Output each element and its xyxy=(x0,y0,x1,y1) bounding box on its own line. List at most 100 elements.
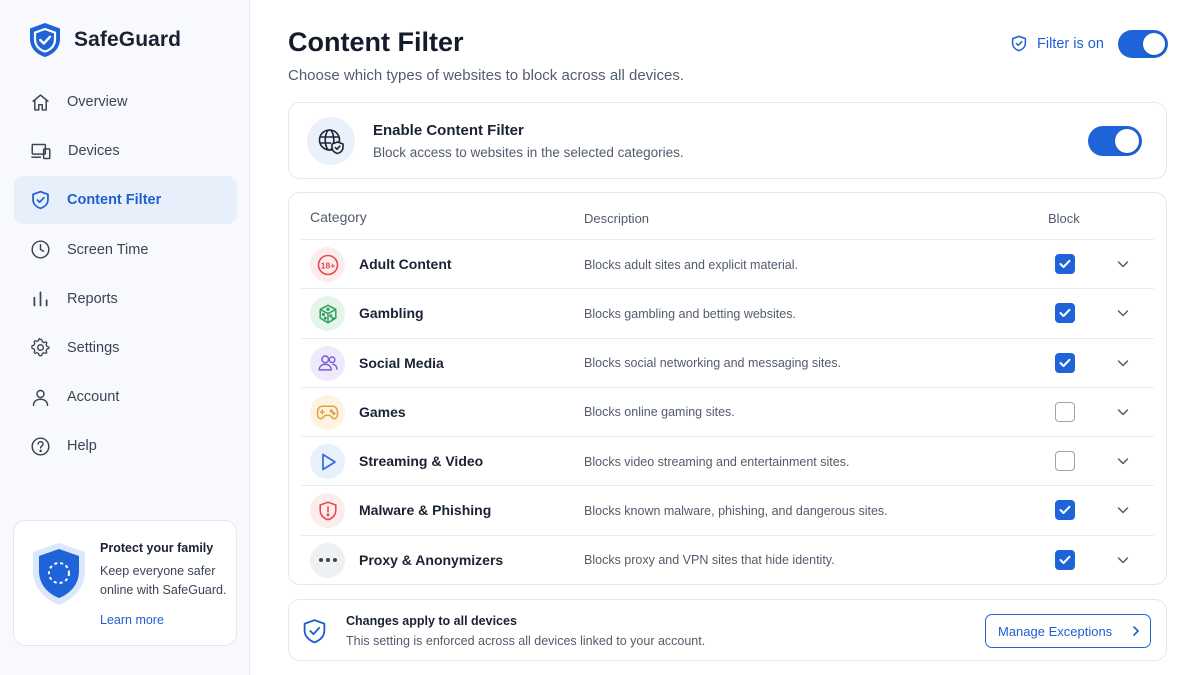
column-header-block: Block xyxy=(1048,211,1080,226)
table-row[interactable]: Malware & Phishing Blocks known malware,… xyxy=(301,485,1154,534)
category-name: Gambling xyxy=(359,305,424,322)
users-icon xyxy=(310,345,345,381)
sidebar-item-label: Content Filter xyxy=(67,192,162,209)
page-title: Content Filter xyxy=(288,27,464,57)
sidebar-item-screen-time[interactable]: Screen Time xyxy=(14,226,237,274)
footer-notice: Changes apply to all devices This settin… xyxy=(288,599,1167,661)
alert-shield-icon xyxy=(310,493,345,529)
block-checkbox[interactable] xyxy=(1055,401,1075,422)
block-checkbox[interactable] xyxy=(1055,352,1075,373)
svg-text:18+: 18+ xyxy=(320,260,334,270)
chevron-right-icon xyxy=(1133,626,1139,636)
sidebar-item-account[interactable]: Account xyxy=(14,373,237,421)
user-icon xyxy=(32,389,49,406)
category-name: Proxy & Anonymizers xyxy=(359,551,504,568)
sidebar-item-label: Devices xyxy=(68,143,120,160)
promo-text: Keep everyone safer online with SafeGuar… xyxy=(100,564,227,597)
help-icon xyxy=(31,437,50,456)
sidebar-item-label: Screen Time xyxy=(67,241,149,258)
chevron-down-icon[interactable] xyxy=(1116,405,1130,419)
table-row[interactable]: 18+ Adult Content Blocks adult sites and… xyxy=(301,239,1154,288)
filter-status-label: Filter is on xyxy=(1037,35,1104,52)
sidebar-item-overview[interactable]: Overview xyxy=(14,78,237,126)
more-icon xyxy=(310,542,345,578)
category-description: Blocks adult sites and explicit material… xyxy=(584,257,798,272)
play-icon xyxy=(310,444,345,480)
checkmark-icon xyxy=(1059,358,1071,367)
sidebar-item-settings[interactable]: Settings xyxy=(14,324,237,372)
category-description: Blocks proxy and VPN sites that hide ide… xyxy=(584,553,835,568)
promo-shield-icon xyxy=(33,543,85,605)
footer-title: Changes apply to all devices xyxy=(346,614,517,628)
checkmark-icon xyxy=(1059,259,1071,268)
enable-filter-title: Enable Content Filter xyxy=(373,122,524,139)
category-table: Category Description Block 18+ Adult Con… xyxy=(288,192,1167,585)
sidebar-item-reports[interactable]: Reports xyxy=(14,275,237,323)
enable-filter-description: Block access to websites in the selected… xyxy=(373,145,684,160)
home-icon xyxy=(32,93,49,111)
logo-shield-icon xyxy=(30,23,60,57)
category-description: Blocks known malware, phishing, and dang… xyxy=(584,503,888,518)
sidebar-item-label: Overview xyxy=(67,94,128,110)
table-row[interactable]: Games Blocks online gaming sites. xyxy=(301,386,1154,436)
category-description: Blocks video streaming and entertainment… xyxy=(584,454,850,469)
page-subtitle: Choose which types of websites to block … xyxy=(288,67,685,84)
table-row[interactable]: Proxy & Anonymizers Blocks proxy and VPN… xyxy=(301,534,1154,584)
shield-check-icon xyxy=(303,619,326,644)
block-checkbox[interactable] xyxy=(1055,254,1075,274)
column-header-description: Description xyxy=(584,211,650,226)
footer-description: This setting is enforced across all devi… xyxy=(346,634,706,648)
promo-card: Protect your family Keep everyone safer … xyxy=(13,520,237,646)
filter-master-toggle[interactable] xyxy=(1118,30,1168,58)
promo-title: Protect your family xyxy=(100,541,214,555)
manage-exceptions-button[interactable]: Manage Exceptions xyxy=(985,614,1151,648)
checkmark-icon xyxy=(1059,309,1071,318)
gamepad-icon xyxy=(310,394,345,430)
learn-more-link[interactable]: Learn more xyxy=(100,613,164,627)
shield-check-icon xyxy=(1011,35,1027,52)
category-description: Blocks gambling and betting websites. xyxy=(584,306,796,321)
sidebar-item-devices[interactable]: Devices xyxy=(14,127,237,175)
enable-filter-card: Enable Content Filter Block access to we… xyxy=(288,102,1167,179)
brand[interactable]: SafeGuard xyxy=(28,22,181,58)
category-name: Adult Content xyxy=(359,256,452,272)
chevron-down-icon[interactable] xyxy=(1116,503,1130,517)
gear-icon xyxy=(31,338,50,357)
devices-icon xyxy=(31,143,51,159)
block-checkbox[interactable] xyxy=(1055,303,1075,324)
sidebar: SafeGuard Overview Devices Content Filte… xyxy=(0,0,250,675)
column-header-category: Category xyxy=(310,209,367,225)
dice-icon xyxy=(310,296,345,332)
table-row[interactable]: Streaming & Video Blocks video streaming… xyxy=(301,436,1154,485)
checkmark-icon xyxy=(1059,555,1071,564)
clock-icon xyxy=(31,240,50,259)
sidebar-item-help[interactable]: Help xyxy=(14,422,237,470)
table-row[interactable]: Social Media Blocks social networking an… xyxy=(301,337,1154,387)
chevron-down-icon[interactable] xyxy=(1116,553,1130,567)
chevron-down-icon[interactable] xyxy=(1116,306,1130,320)
18-plus-icon: 18+ xyxy=(310,247,345,282)
sidebar-item-label: Help xyxy=(67,438,97,455)
chevron-down-icon[interactable] xyxy=(1116,454,1130,468)
app-name: SafeGuard xyxy=(74,28,182,51)
sidebar-item-label: Settings xyxy=(67,339,120,356)
block-checkbox[interactable] xyxy=(1055,451,1075,472)
bar-chart-icon xyxy=(33,291,48,307)
sidebar-item-label: Reports xyxy=(67,290,118,307)
shield-icon xyxy=(32,191,49,210)
filter-status: Filter is on xyxy=(1010,34,1104,53)
sidebar-nav: Overview Devices Content Filter Screen T… xyxy=(14,78,237,472)
category-name: Streaming & Video xyxy=(359,453,484,470)
category-name: Games xyxy=(359,403,406,420)
sidebar-item-label: Account xyxy=(67,389,120,406)
enable-filter-toggle[interactable] xyxy=(1088,126,1142,156)
table-row[interactable]: Gambling Blocks gambling and betting web… xyxy=(301,288,1154,337)
block-checkbox[interactable] xyxy=(1055,549,1075,570)
category-name: Social Media xyxy=(359,354,444,371)
block-checkbox[interactable] xyxy=(1055,500,1075,521)
category-description: Blocks social networking and messaging s… xyxy=(584,356,842,371)
chevron-down-icon[interactable] xyxy=(1116,356,1130,370)
checkmark-icon xyxy=(1059,506,1071,515)
sidebar-item-content-filter[interactable]: Content Filter xyxy=(14,176,237,225)
chevron-down-icon[interactable] xyxy=(1116,257,1130,271)
